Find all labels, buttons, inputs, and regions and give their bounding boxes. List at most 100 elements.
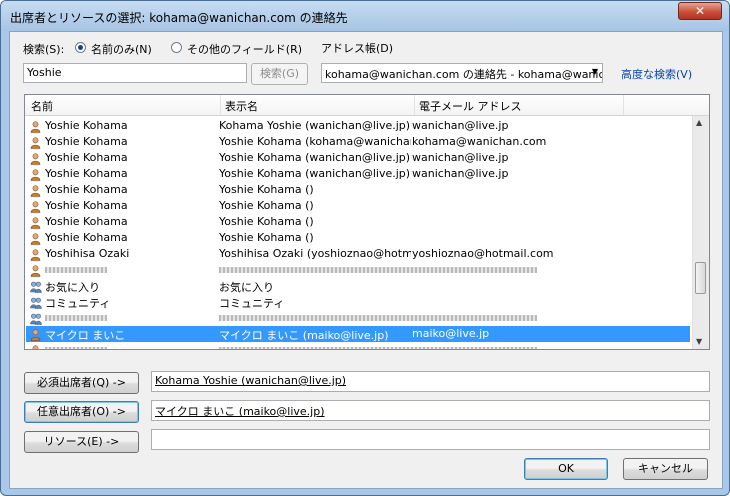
contact-icon bbox=[30, 185, 41, 197]
row-name: Yoshie Kohama bbox=[45, 231, 128, 244]
row-name: お気に入り bbox=[45, 281, 100, 294]
search-input[interactable]: Yoshie bbox=[23, 63, 247, 83]
list-row[interactable]: Yoshie Kohama Yoshie Kohama () bbox=[26, 230, 690, 246]
row-display: Yoshie Kohama (wanichan@live.jp) bbox=[219, 167, 411, 180]
window-title: 出席者とリソースの選択: kohama@wanichan.com の連絡先 bbox=[10, 11, 348, 25]
row-display: Kohama Yoshie (wanichan@live.jp) bbox=[219, 119, 411, 132]
contact-icon bbox=[30, 169, 41, 181]
list-row[interactable] bbox=[26, 262, 690, 278]
title-bar[interactable]: 出席者とリソースの選択: kohama@wanichan.com の連絡先 ✕ bbox=[1, 1, 729, 31]
list-row[interactable]: マイクロ まいこ マイクロ まいこ (maiko@live.jp) maiko@li… bbox=[26, 326, 690, 342]
column-email[interactable]: 電子メール アドレス bbox=[419, 98, 522, 114]
scroll-down-icon[interactable]: ▼ bbox=[696, 337, 702, 346]
row-email: maiko@live.jp bbox=[412, 327, 490, 340]
list-row[interactable] bbox=[26, 310, 690, 326]
row-display: Yoshie Kohama () bbox=[219, 183, 314, 196]
optional-attendees-field[interactable]: マイクロ まいこ (maiko@live.jp) bbox=[151, 400, 710, 421]
contact-icon bbox=[30, 121, 41, 133]
column-separator[interactable] bbox=[623, 95, 624, 115]
optional-attendees-button[interactable]: 任意出席者(O) -> bbox=[24, 401, 139, 423]
row-name: Yoshie Kohama bbox=[45, 135, 128, 148]
contact-icon bbox=[30, 137, 41, 149]
row-display: お気に入り bbox=[219, 281, 274, 294]
group-icon bbox=[30, 313, 42, 325]
contact-icon bbox=[30, 153, 41, 165]
row-name: マイクロ まいこ bbox=[45, 329, 126, 342]
obscured-text bbox=[219, 315, 537, 321]
group-icon bbox=[30, 281, 42, 293]
contact-icon bbox=[30, 265, 41, 277]
scrollbar-thumb[interactable] bbox=[695, 262, 706, 294]
address-book-dropdown[interactable]: kohama@wanichan.com の連絡先 - kohama@wanic … bbox=[321, 63, 603, 83]
required-attendees-button[interactable]: 必須出席者(Q) -> bbox=[24, 372, 139, 394]
list-row[interactable]: お気に入り お気に入り bbox=[26, 278, 690, 294]
contact-icon bbox=[30, 201, 41, 213]
address-book-label: アドレス帳(D) bbox=[321, 42, 394, 55]
vertical-scrollbar[interactable]: ▲ ▼ bbox=[692, 116, 709, 349]
search-label: 検索(S): bbox=[23, 43, 65, 56]
list-row[interactable]: Yoshihisa Ozaki Yoshihisa Ozaki (yoshiozn… bbox=[26, 246, 690, 262]
list-row[interactable]: Yoshie Kohama Yoshie Kohama () bbox=[26, 214, 690, 230]
group-icon bbox=[30, 297, 42, 309]
row-name: Yoshie Kohama bbox=[45, 215, 128, 228]
radio-name-only[interactable] bbox=[75, 42, 86, 53]
obscured-text bbox=[45, 347, 107, 349]
row-display: Yoshie Kohama (kohama@wanichan... bbox=[219, 135, 411, 148]
row-name: Yoshie Kohama bbox=[45, 183, 128, 196]
obscured-text bbox=[45, 315, 107, 321]
row-display: コミュニティ bbox=[219, 297, 285, 310]
list-row[interactable]: Yoshie Kohama Yoshie Kohama () bbox=[26, 198, 690, 214]
advanced-search-link[interactable]: 高度な検索(V) bbox=[621, 66, 692, 82]
list-row[interactable]: Yoshie Kohama Kohama Yoshie (wanichan@liv… bbox=[26, 118, 690, 134]
radio-other-fields[interactable] bbox=[171, 42, 182, 53]
row-display: Yoshie Kohama () bbox=[219, 231, 314, 244]
row-display: Yoshie Kohama (wanichan@live.jp) bbox=[219, 151, 411, 164]
resources-field[interactable] bbox=[151, 429, 710, 450]
list-row[interactable]: コミュニティ コミュニティ bbox=[26, 294, 690, 310]
list-header: 名前 表示名 電子メール アドレス bbox=[25, 95, 709, 116]
contact-icon bbox=[30, 329, 41, 341]
column-separator[interactable] bbox=[220, 95, 221, 115]
obscured-text bbox=[219, 267, 537, 273]
dialog-window: 出席者とリソースの選択: kohama@wanichan.com の連絡先 ✕ … bbox=[0, 0, 730, 496]
address-book-selected: kohama@wanichan.com の連絡先 - kohama@wanic bbox=[325, 68, 603, 81]
row-email: wanichan@live.jp bbox=[412, 151, 509, 164]
row-name: コミュニティ bbox=[45, 297, 111, 310]
dialog-body: 検索(S): 名前のみ(N) その他のフィールド(R) アドレス帳(D) Yos… bbox=[9, 31, 723, 489]
row-name: Yoshie Kohama bbox=[45, 167, 128, 180]
scroll-up-icon[interactable]: ▲ bbox=[696, 118, 702, 127]
list-row[interactable] bbox=[26, 342, 690, 349]
row-email: wanichan@live.jp bbox=[412, 167, 509, 180]
obscured-text bbox=[45, 267, 107, 273]
column-display-name[interactable]: 表示名 bbox=[225, 98, 258, 114]
required-attendees-field[interactable]: Kohama Yoshie (wanichan@live.jp) bbox=[151, 371, 710, 392]
row-name: Yoshihisa Ozaki bbox=[45, 247, 130, 260]
resources-button[interactable]: リソース(E) -> bbox=[24, 431, 139, 453]
contact-list: 名前 表示名 電子メール アドレス Yoshie Kohama Kohama Yo… bbox=[24, 94, 710, 350]
row-display: Yoshie Kohama () bbox=[219, 199, 314, 212]
contact-icon bbox=[30, 249, 41, 261]
contact-icon bbox=[30, 345, 41, 349]
list-row[interactable]: Yoshie Kohama Yoshie Kohama (wanichan@liv… bbox=[26, 150, 690, 166]
row-email: yoshioznao@hotmail.com bbox=[412, 247, 554, 260]
row-name: Yoshie Kohama bbox=[45, 199, 128, 212]
row-email: kohama@wanichan.com bbox=[412, 135, 547, 148]
radio-other-fields-label[interactable]: その他のフィールド(R) bbox=[187, 41, 302, 57]
contact-icon bbox=[30, 233, 41, 245]
row-display: マイクロ まいこ (maiko@live.jp) bbox=[219, 329, 389, 342]
list-row[interactable]: Yoshie Kohama Yoshie Kohama (wanichan@liv… bbox=[26, 166, 690, 182]
radio-name-only-label[interactable]: 名前のみ(N) bbox=[91, 41, 152, 57]
chevron-down-icon: ▼ bbox=[591, 67, 598, 76]
obscured-text bbox=[219, 347, 537, 349]
close-button[interactable]: ✕ bbox=[678, 2, 722, 20]
ok-button[interactable]: OK bbox=[524, 458, 608, 480]
column-separator[interactable] bbox=[414, 95, 415, 115]
search-button[interactable]: 検索(G) bbox=[251, 63, 308, 85]
contact-icon bbox=[30, 217, 41, 229]
column-name[interactable]: 名前 bbox=[31, 98, 53, 114]
row-name: Yoshie Kohama bbox=[45, 119, 128, 132]
row-display: Yoshie Kohama () bbox=[219, 215, 314, 228]
cancel-button[interactable]: キャンセル bbox=[623, 458, 708, 480]
list-row[interactable]: Yoshie Kohama Yoshie Kohama () bbox=[26, 182, 690, 198]
list-row[interactable]: Yoshie Kohama Yoshie Kohama (kohama@wanic… bbox=[26, 134, 690, 150]
